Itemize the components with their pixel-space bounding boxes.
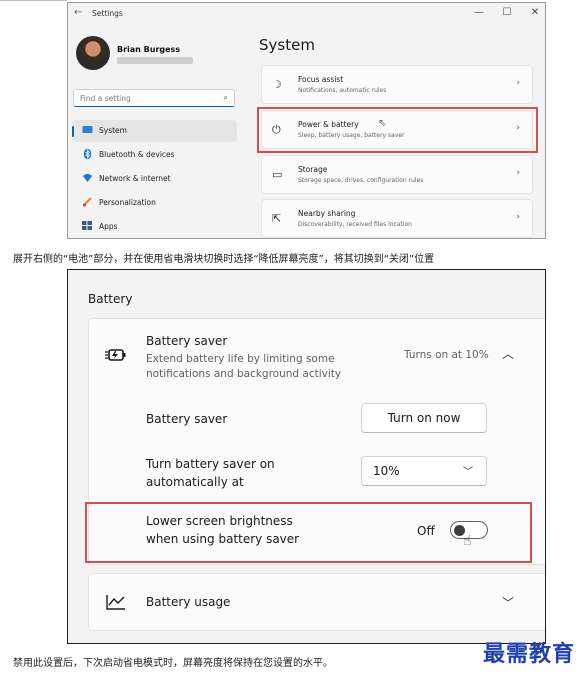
page-title: System xyxy=(259,36,315,54)
battery-saver-icon xyxy=(105,349,126,361)
search-input[interactable]: Find a setting ⌕ xyxy=(73,89,235,107)
battery-usage-label: Battery usage xyxy=(146,595,231,609)
apps-icon xyxy=(82,221,92,230)
turn-on-now-button[interactable]: Turn on now xyxy=(361,403,487,433)
bluetooth-icon xyxy=(84,149,91,159)
sidebar-item-network[interactable]: Network & internet xyxy=(72,168,237,190)
search-icon: ⌕ xyxy=(223,93,228,102)
sidebar-item-label: Network & internet xyxy=(99,174,171,183)
storage-icon: ▭ xyxy=(272,168,283,181)
chevron-down-icon: ﹀ xyxy=(463,467,473,478)
auto-turn-on-label-1: Turn battery saver on xyxy=(146,457,275,471)
avatar[interactable] xyxy=(76,36,110,70)
chevron-right-icon: › xyxy=(516,212,520,222)
battery-saver-expander[interactable]: Battery saver Extend battery life by lim… xyxy=(88,318,545,395)
card-title: Focus assist xyxy=(298,75,344,84)
sidebar-item-personalization[interactable]: Personalization xyxy=(72,192,237,214)
selection-indicator xyxy=(72,126,74,137)
chevron-down-icon: ﹀ xyxy=(502,596,515,610)
threshold-dropdown[interactable]: 10% ﹀ xyxy=(361,456,487,486)
battery-settings-panel: Battery Battery saver Extend battery lif… xyxy=(67,269,546,644)
section-heading: Battery xyxy=(88,292,133,306)
card-subtitle: Notifications, automatic rules xyxy=(298,87,387,94)
battery-saver-status: Turns on at 10% xyxy=(404,349,489,361)
auto-turn-on-row: Turn battery saver on automatically at 1… xyxy=(88,443,545,500)
minimize-button[interactable]: — xyxy=(466,5,492,21)
close-button[interactable]: ✕ xyxy=(522,5,545,21)
card-storage[interactable]: ▭ Storage Storage space, drives, configu… xyxy=(261,155,533,194)
user-email-redacted xyxy=(117,57,193,64)
watermark: 最需教育 xyxy=(482,641,575,667)
battery-usage-row[interactable]: Battery usage ﹀ xyxy=(88,573,545,631)
highlight-box xyxy=(257,107,538,153)
sidebar-item-label: Bluetooth & devices xyxy=(99,150,175,159)
sidebar-item-label: Apps xyxy=(99,222,118,231)
mouse-cursor-icon: ⇖ xyxy=(378,118,387,129)
sidebar-item-label: Personalization xyxy=(99,198,156,207)
auto-turn-on-label-2: automatically at xyxy=(146,475,244,489)
highlight-box xyxy=(85,502,532,563)
chevron-up-icon[interactable]: ︿ xyxy=(502,345,514,362)
caption-bottom: 禁用此设置后，下次启动省电模式时，屏幕亮度将保持在您设置的水平。 xyxy=(13,658,333,669)
sidebar-item-apps[interactable]: Apps xyxy=(72,216,237,238)
share-icon: ⇱ xyxy=(272,212,282,225)
chevron-right-icon: › xyxy=(516,168,520,178)
window-title: Settings xyxy=(92,9,123,18)
focus-assist-icon: ☽ xyxy=(272,78,282,91)
sidebar-item-system[interactable]: System xyxy=(72,120,237,142)
battery-saver-title: Battery saver xyxy=(146,334,228,348)
battery-saver-label: Battery saver xyxy=(146,412,228,426)
chevron-right-icon: › xyxy=(516,78,520,88)
sidebar-item-label: System xyxy=(99,126,127,135)
card-title: Storage xyxy=(298,165,328,174)
battery-saver-desc-2: notifications and background activity xyxy=(146,368,342,380)
network-icon xyxy=(83,174,92,182)
user-name: Brian Burgess xyxy=(117,45,181,54)
battery-saver-row: Battery saver Turn on now xyxy=(88,394,545,444)
card-nearby-sharing[interactable]: ⇱ Nearby sharing Discoverability, receiv… xyxy=(261,199,533,238)
settings-window: ← Settings — ☐ ✕ Brian Burgess Find a se… xyxy=(67,2,546,239)
card-subtitle: Storage space, drives, configuration rul… xyxy=(298,177,424,184)
battery-saver-desc-1: Extend battery life by limiting some xyxy=(146,353,335,365)
card-focus-assist[interactable]: ☽ Focus assist Notifications, automatic … xyxy=(261,65,533,104)
card-subtitle: Discoverability, received files location xyxy=(298,221,412,228)
search-placeholder: Find a setting xyxy=(80,94,131,103)
brush-icon xyxy=(82,197,92,207)
maximize-button[interactable]: ☐ xyxy=(494,5,520,21)
back-arrow-icon[interactable]: ← xyxy=(74,7,82,18)
sidebar-item-bluetooth[interactable]: Bluetooth & devices xyxy=(72,144,237,166)
system-icon xyxy=(82,126,93,133)
chart-icon xyxy=(106,595,125,610)
card-title: Nearby sharing xyxy=(298,209,356,218)
divider xyxy=(0,0,67,1)
caption-top: 展开右侧的“电池”部分，并在使用省电滑块切换时选择“降低屏幕亮度”，将其切换到“… xyxy=(13,254,435,265)
threshold-value: 10% xyxy=(373,464,400,478)
title-bar: ← Settings — ☐ ✕ xyxy=(68,3,545,25)
